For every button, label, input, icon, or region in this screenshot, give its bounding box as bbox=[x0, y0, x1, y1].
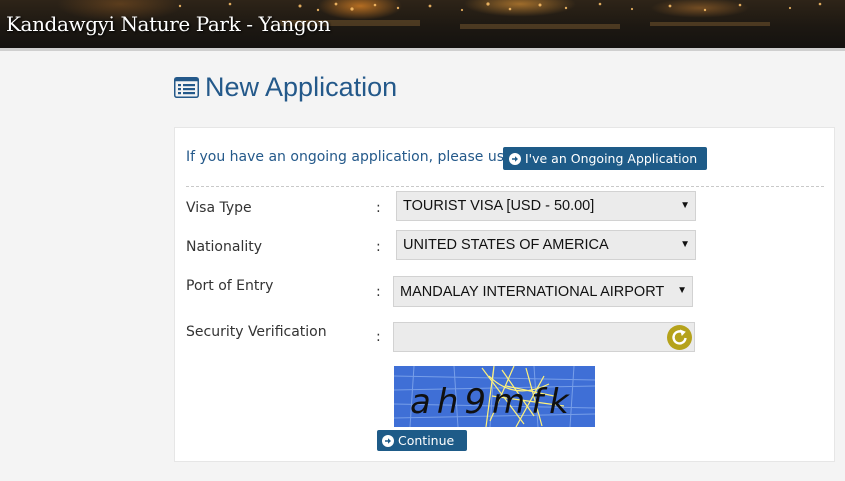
colon: : bbox=[376, 284, 381, 300]
port-of-entry-select[interactable]: MANDALAY INTERNATIONAL AIRPORT ▼ bbox=[393, 276, 693, 307]
chevron-down-icon: ▼ bbox=[680, 200, 690, 211]
nationality-value: UNITED STATES OF AMERICA bbox=[403, 237, 609, 253]
continue-button[interactable]: Continue bbox=[377, 430, 467, 451]
visa-type-select[interactable]: TOURIST VISA [USD - 50.00] ▼ bbox=[396, 191, 696, 221]
page-title: New Application bbox=[174, 72, 397, 103]
port-of-entry-value: MANDALAY INTERNATIONAL AIRPORT bbox=[400, 283, 665, 300]
circle-arrow-right-icon bbox=[382, 434, 394, 447]
colon: : bbox=[376, 239, 381, 255]
refresh-icon[interactable] bbox=[667, 325, 692, 350]
captcha-text: ah9mfk bbox=[410, 382, 575, 422]
ongoing-prompt: If you have an ongoing application, plea… bbox=[186, 149, 518, 165]
nationality-label: Nationality bbox=[186, 239, 263, 255]
visa-type-value: TOURIST VISA [USD - 50.00] bbox=[403, 198, 595, 214]
section-divider bbox=[186, 186, 824, 187]
page-title-text: New Application bbox=[205, 72, 398, 102]
chevron-down-icon: ▼ bbox=[680, 239, 690, 250]
visa-type-label: Visa Type bbox=[186, 200, 252, 216]
banner-title: Kandawgyi Nature Park - Yangon bbox=[6, 12, 331, 36]
security-verification-label: Security Verification bbox=[186, 324, 327, 340]
header-banner: Kandawgyi Nature Park - Yangon bbox=[0, 0, 845, 51]
colon: : bbox=[376, 200, 381, 216]
circle-arrow-right-icon bbox=[509, 152, 521, 165]
ongoing-button-label: I've an Ongoing Application bbox=[525, 151, 698, 166]
chevron-down-icon: ▼ bbox=[677, 285, 687, 296]
nationality-select[interactable]: UNITED STATES OF AMERICA ▼ bbox=[396, 230, 696, 260]
list-icon bbox=[174, 77, 199, 98]
application-form-panel: If you have an ongoing application, plea… bbox=[174, 127, 835, 462]
captcha-image: ah9mfk bbox=[394, 366, 595, 427]
colon: : bbox=[376, 329, 381, 345]
continue-button-label: Continue bbox=[398, 433, 455, 448]
ongoing-application-button[interactable]: I've an Ongoing Application bbox=[503, 147, 707, 170]
security-verification-input[interactable] bbox=[393, 322, 695, 352]
port-of-entry-label: Port of Entry bbox=[186, 278, 274, 294]
